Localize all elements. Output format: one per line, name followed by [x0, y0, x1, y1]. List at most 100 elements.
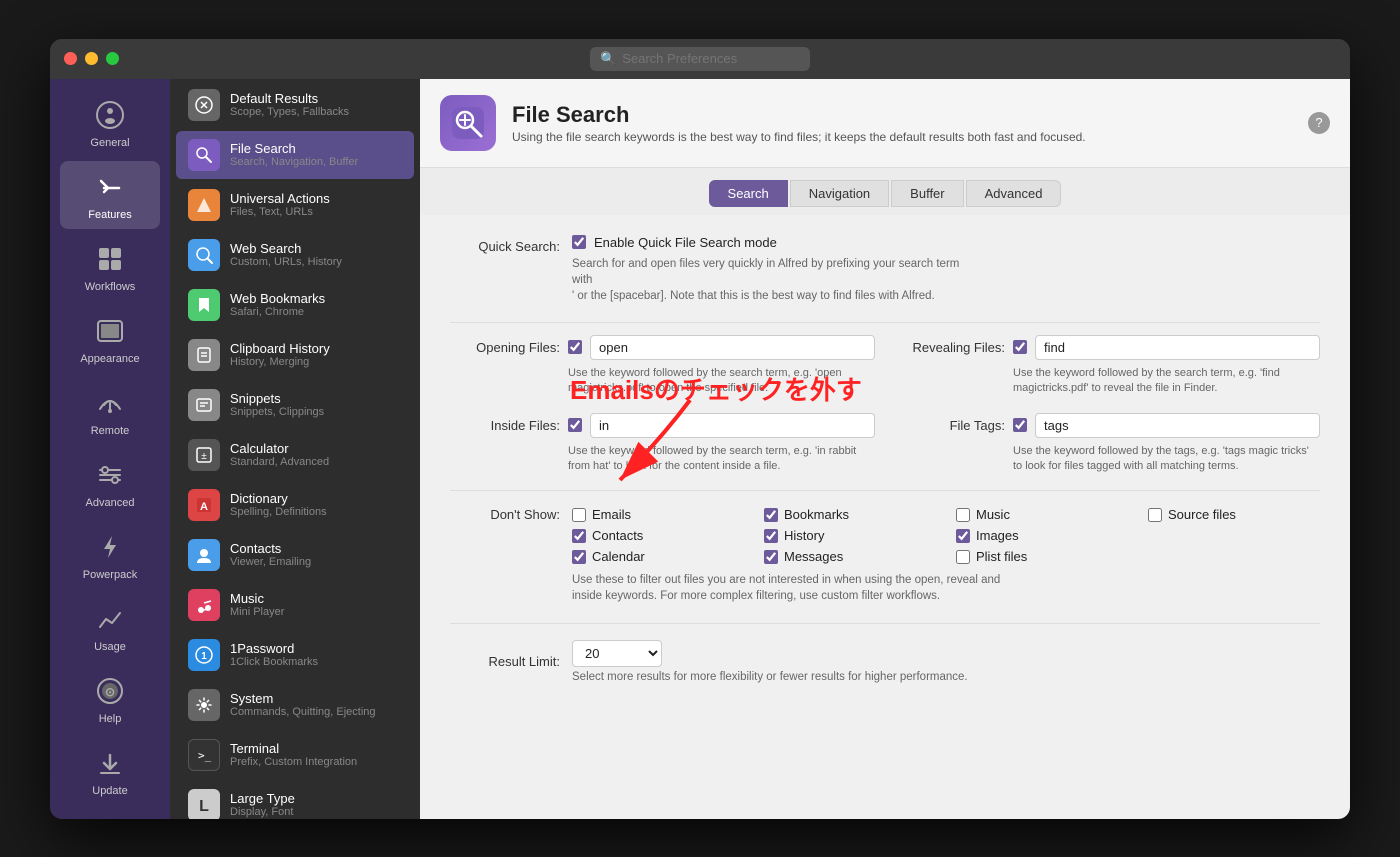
opening-files-input[interactable] — [590, 335, 875, 360]
universal-actions-icon — [188, 189, 220, 221]
file-tags-desc: Use the keyword followed by the tags, e.… — [1013, 444, 1320, 475]
sidebar-item-usage[interactable]: Usage — [60, 593, 160, 661]
quick-search-enable-row: Enable Quick File Search mode — [572, 235, 1320, 250]
calendar-checkbox[interactable] — [572, 550, 586, 564]
calculator-icon: ± — [188, 439, 220, 471]
nav-item-universal-actions[interactable]: Universal Actions Files, Text, URLs — [176, 181, 414, 229]
nav-item-1password[interactable]: 1 1Password 1Click Bookmarks — [176, 631, 414, 679]
nav-item-default-results[interactable]: Default Results Scope, Types, Fallbacks — [176, 81, 414, 129]
revealing-files-row: Revealing Files: — [895, 335, 1320, 360]
revealing-files-checkbox[interactable] — [1013, 340, 1027, 354]
nav-item-web-bookmarks[interactable]: Web Bookmarks Safari, Chrome — [176, 281, 414, 329]
nav-item-web-search[interactable]: Web Search Custom, URLs, History — [176, 231, 414, 279]
inside-files-input[interactable] — [590, 413, 875, 438]
tab-buffer[interactable]: Buffer — [891, 180, 963, 207]
nav-item-calculator[interactable]: ± Calculator Standard, Advanced — [176, 431, 414, 479]
sidebar-item-advanced[interactable]: Advanced — [60, 449, 160, 517]
plist-files-checkbox[interactable] — [956, 550, 970, 564]
sidebar-item-help[interactable]: ⊙ Help — [60, 665, 160, 733]
images-checkbox[interactable] — [956, 529, 970, 543]
dont-show-label: Don't Show: — [450, 503, 560, 522]
panel-header-text: File Search Using the file search keywor… — [512, 102, 1086, 144]
svg-text:1: 1 — [201, 651, 207, 662]
tab-search[interactable]: Search — [709, 180, 788, 207]
update-icon — [92, 745, 128, 781]
nav-item-system[interactable]: System Commands, Quitting, Ejecting — [176, 681, 414, 729]
titlebar: 🔍 — [50, 39, 1350, 79]
sidebar-item-label-features: Features — [88, 209, 131, 221]
file-tags-input[interactable] — [1035, 413, 1320, 438]
help-button[interactable]: ? — [1308, 112, 1330, 134]
dont-show-history: History — [764, 528, 936, 543]
bookmarks-label: Bookmarks — [784, 507, 849, 522]
contacts-checkbox[interactable] — [572, 529, 586, 543]
sidebar-item-appearance[interactable]: Appearance — [60, 305, 160, 373]
music-icon — [188, 589, 220, 621]
sidebar-item-label-workflows: Workflows — [85, 281, 136, 293]
file-tags-checkbox[interactable] — [1013, 418, 1027, 432]
result-limit-label: Result Limit: — [450, 654, 560, 669]
minimize-button[interactable] — [85, 52, 98, 65]
result-limit-select[interactable]: 10 20 30 40 50 — [572, 640, 662, 667]
emails-checkbox[interactable] — [572, 508, 586, 522]
opening-files-group: Opening Files: Use the keyword followed … — [450, 335, 875, 397]
contacts-icon — [188, 539, 220, 571]
file-tags-group: File Tags: Use the keyword followed by t… — [895, 413, 1320, 475]
terminal-icon: >_ — [188, 739, 220, 771]
sidebar-item-powerpack[interactable]: Powerpack — [60, 521, 160, 589]
nav-item-clipboard-history[interactable]: Clipboard History History, Merging — [176, 331, 414, 379]
large-type-icon: L — [188, 789, 220, 819]
sidebar-item-remote[interactable]: Remote — [60, 377, 160, 445]
quick-search-checkbox[interactable] — [572, 235, 586, 249]
nav-item-dictionary[interactable]: A Dictionary Spelling, Definitions — [176, 481, 414, 529]
tab-navigation[interactable]: Navigation — [790, 180, 889, 207]
dont-show-content: Emails Bookmarks Music — [572, 503, 1320, 604]
sidebar-item-update[interactable]: Update — [60, 737, 160, 805]
sidebar-item-features[interactable]: Features — [60, 161, 160, 229]
history-checkbox[interactable] — [764, 529, 778, 543]
nav-item-large-type[interactable]: L Large Type Display, Font — [176, 781, 414, 819]
inside-files-checkbox[interactable] — [568, 418, 582, 432]
appearance-icon — [92, 313, 128, 349]
source-files-checkbox[interactable] — [1148, 508, 1162, 522]
panel-title: File Search — [512, 102, 1086, 128]
svg-text:L: L — [199, 798, 209, 815]
maximize-button[interactable] — [106, 52, 119, 65]
messages-checkbox[interactable] — [764, 550, 778, 564]
music-checkbox[interactable] — [956, 508, 970, 522]
opening-files-checkbox[interactable] — [568, 340, 582, 354]
sidebar-item-workflows[interactable]: Workflows — [60, 233, 160, 301]
snippets-icon — [188, 389, 220, 421]
close-button[interactable] — [64, 52, 77, 65]
dont-show-messages: Messages — [764, 549, 936, 564]
svg-text:>_: >_ — [198, 749, 212, 762]
emails-label: Emails — [592, 507, 631, 522]
dont-show-empty — [1148, 528, 1320, 543]
revealing-files-input[interactable] — [1035, 335, 1320, 360]
nav-item-terminal[interactable]: >_ Terminal Prefix, Custom Integration — [176, 731, 414, 779]
search-input[interactable] — [622, 51, 800, 66]
inside-files-group: Inside Files: Use the keyword followed b… — [450, 413, 875, 475]
calendar-label: Calendar — [592, 549, 645, 564]
dictionary-icon: A — [188, 489, 220, 521]
contacts-text: Contacts Viewer, Emailing — [230, 541, 311, 568]
web-search-icon — [188, 239, 220, 271]
1password-icon: 1 — [188, 639, 220, 671]
quick-search-description: Search for and open files very quickly i… — [572, 256, 972, 304]
nav-item-file-search[interactable]: File Search Search, Navigation, Buffer — [176, 131, 414, 179]
tab-advanced[interactable]: Advanced — [966, 180, 1062, 207]
nav-item-snippets[interactable]: Snippets Snippets, Clippings — [176, 381, 414, 429]
file-tags-label: File Tags: — [895, 418, 1005, 433]
bookmarks-checkbox[interactable] — [764, 508, 778, 522]
revealing-files-label: Revealing Files: — [895, 340, 1005, 355]
web-bookmarks-icon — [188, 289, 220, 321]
separator-1 — [450, 322, 1320, 323]
inside-files-label: Inside Files: — [450, 418, 560, 433]
opening-files-row: Opening Files: — [450, 335, 875, 360]
nav-item-music[interactable]: Music Mini Player — [176, 581, 414, 629]
titlebar-search-box[interactable]: 🔍 — [590, 47, 810, 71]
web-search-text: Web Search Custom, URLs, History — [230, 241, 342, 268]
sidebar-item-general[interactable]: General — [60, 89, 160, 157]
nav-item-contacts[interactable]: Contacts Viewer, Emailing — [176, 531, 414, 579]
powerpack-icon — [92, 529, 128, 565]
